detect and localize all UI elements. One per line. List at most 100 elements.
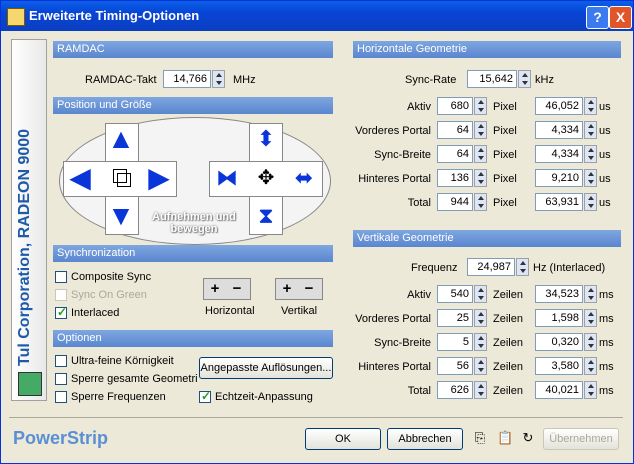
- sync-on-green-checkbox[interactable]: [55, 289, 67, 301]
- interlaced-checkbox[interactable]: [55, 305, 67, 319]
- apply-button[interactable]: Übernehmen: [543, 428, 619, 450]
- help-button[interactable]: ?: [586, 6, 609, 29]
- frequenz-field[interactable]: 24,987: [467, 258, 515, 276]
- hgeo-total-label: Total: [407, 197, 431, 209]
- vgeo-vorderes-time-field[interactable]: 1,598: [535, 309, 583, 327]
- hgeo-vorderes-time-unit: us: [599, 125, 611, 137]
- vgeo-sync-time-field[interactable]: 0,320: [535, 333, 583, 351]
- ultra-fine-checkbox[interactable]: [55, 355, 67, 367]
- vgeo-aktiv-field[interactable]: 540: [437, 285, 473, 303]
- vgeo-header: Vertikale Geometrie: [353, 230, 621, 247]
- hgeo-sync-spinner[interactable]: [474, 145, 487, 163]
- vgeo-total-time-field[interactable]: 40,021: [535, 381, 583, 399]
- hgeo-total-field[interactable]: 944: [437, 193, 473, 211]
- hgeo-total-time-spinner[interactable]: [584, 193, 597, 211]
- hgeo-aktiv-time-spinner[interactable]: [584, 97, 597, 115]
- vgeo-aktiv-time-field[interactable]: 34,523: [535, 285, 583, 303]
- vgeo-sync-time-spinner[interactable]: [584, 333, 597, 351]
- vgeo-hinteres-label: Hinteres Portal: [358, 361, 431, 373]
- hgeo-hinteres-time-spinner[interactable]: [584, 169, 597, 187]
- shrink-horizontal-icon[interactable]: ⧓: [212, 164, 242, 194]
- hgeo-vorderes-time-field[interactable]: 4,334: [535, 121, 583, 139]
- paste-icon[interactable]: 📋: [497, 431, 513, 445]
- lock-geometry-checkbox[interactable]: [55, 373, 67, 385]
- move-right-icon[interactable]: ▶: [144, 164, 174, 194]
- hgeo-vorderes-field[interactable]: 64: [437, 121, 473, 139]
- lock-frequency-checkbox[interactable]: [55, 391, 67, 403]
- vgeo-vorderes-field[interactable]: 25: [437, 309, 473, 327]
- minus-icon[interactable]: −: [298, 279, 320, 299]
- hgeo-total-time-field[interactable]: 63,931: [535, 193, 583, 211]
- vgeo-aktiv-unit: Zeilen: [493, 289, 523, 301]
- vgeo-hinteres-time-unit: ms: [599, 361, 614, 373]
- realtime-label: Echtzeit-Anpassung: [215, 391, 313, 403]
- plus-icon[interactable]: +: [276, 279, 298, 299]
- vertical-polarity-toggle[interactable]: + −: [275, 278, 323, 300]
- hgeo-hinteres-label: Hinteres Portal: [358, 173, 431, 185]
- hgeo-vorderes-spinner[interactable]: [474, 121, 487, 139]
- hgeo-vorderes-unit: Pixel: [493, 125, 517, 137]
- hgeo-sync-field[interactable]: 64: [437, 145, 473, 163]
- copy-icon[interactable]: ⎘: [473, 431, 487, 445]
- hgeo-total-spinner[interactable]: [474, 193, 487, 211]
- close-button[interactable]: X: [609, 6, 632, 29]
- refresh-icon[interactable]: ↻: [521, 431, 535, 445]
- ramdac-field[interactable]: 14,766: [163, 70, 211, 88]
- sync-rate-label: Sync-Rate: [405, 74, 457, 86]
- minus-icon[interactable]: −: [226, 279, 248, 299]
- ramdac-spinner[interactable]: [212, 70, 225, 88]
- move-icon[interactable]: ✥: [251, 164, 281, 194]
- ramdac-label: RAMDAC-Takt: [85, 74, 157, 86]
- cancel-button[interactable]: Abbrechen: [387, 428, 463, 450]
- vgeo-sync-spinner[interactable]: [474, 333, 487, 351]
- sync-rate-spinner[interactable]: [518, 70, 531, 88]
- vgeo-aktiv-label: Aktiv: [407, 289, 431, 301]
- hgeo-sync-time-field[interactable]: 4,334: [535, 145, 583, 163]
- vgeo-vorderes-spinner[interactable]: [474, 309, 487, 327]
- move-left-icon[interactable]: ◀: [65, 164, 95, 194]
- sync-header: Synchronization: [53, 245, 333, 262]
- vgeo-hinteres-field[interactable]: 56: [437, 357, 473, 375]
- move-down-icon[interactable]: ▼: [106, 202, 136, 232]
- ramdac-unit: MHz: [233, 74, 256, 86]
- hgeo-hinteres-time-field[interactable]: 9,210: [535, 169, 583, 187]
- ok-button[interactable]: OK: [305, 428, 381, 450]
- horizontal-polarity-toggle[interactable]: + −: [203, 278, 251, 300]
- hgeo-aktiv-spinner[interactable]: [474, 97, 487, 115]
- frequenz-spinner[interactable]: [516, 258, 529, 276]
- hgeo-hinteres-time-unit: us: [599, 173, 611, 185]
- vgeo-total-time-spinner[interactable]: [584, 381, 597, 399]
- shrink-vertical-icon[interactable]: ⧗: [251, 202, 281, 232]
- app-icon: [7, 8, 25, 26]
- move-up-icon[interactable]: ▲: [106, 125, 136, 155]
- vgeo-total-spinner[interactable]: [474, 381, 487, 399]
- vgeo-hinteres-time-spinner[interactable]: [584, 357, 597, 375]
- hgeo-sync-label: Sync-Breite: [374, 149, 431, 161]
- hgeo-hinteres-field[interactable]: 136: [437, 169, 473, 187]
- grow-vertical-icon[interactable]: ⬍: [251, 125, 281, 155]
- vgeo-vorderes-time-spinner[interactable]: [584, 309, 597, 327]
- vgeo-total-field[interactable]: 626: [437, 381, 473, 399]
- vendor-sidebar: Tul Corporation, RADEON 9000: [11, 39, 47, 401]
- vgeo-aktiv-time-spinner[interactable]: [584, 285, 597, 303]
- grow-horizontal-icon[interactable]: ⬌: [289, 164, 319, 194]
- hgeo-aktiv-field[interactable]: 680: [437, 97, 473, 115]
- realtime-checkbox[interactable]: [199, 389, 211, 403]
- vgeo-hinteres-spinner[interactable]: [474, 357, 487, 375]
- custom-resolutions-button[interactable]: Angepasste Auflösungen...: [199, 357, 333, 379]
- composite-sync-checkbox[interactable]: [55, 271, 67, 283]
- vgeo-aktiv-time-unit: ms: [599, 289, 614, 301]
- hgeo-aktiv-time-field[interactable]: 46,052: [535, 97, 583, 115]
- hgeo-vorderes-time-spinner[interactable]: [584, 121, 597, 139]
- frequenz-unit: Hz (Interlaced): [533, 262, 606, 274]
- hgeo-sync-time-spinner[interactable]: [584, 145, 597, 163]
- plus-icon[interactable]: +: [204, 279, 226, 299]
- vgeo-sync-time-unit: ms: [599, 337, 614, 349]
- vgeo-sync-field[interactable]: 5: [437, 333, 473, 351]
- hgeo-hinteres-spinner[interactable]: [474, 169, 487, 187]
- title-bar[interactable]: Erweiterte Timing-Optionen ? X: [1, 1, 633, 31]
- sync-rate-field[interactable]: 15,642: [467, 70, 517, 88]
- vgeo-aktiv-spinner[interactable]: [474, 285, 487, 303]
- vertikal-label: Vertikal: [281, 305, 318, 317]
- vgeo-hinteres-time-field[interactable]: 3,580: [535, 357, 583, 375]
